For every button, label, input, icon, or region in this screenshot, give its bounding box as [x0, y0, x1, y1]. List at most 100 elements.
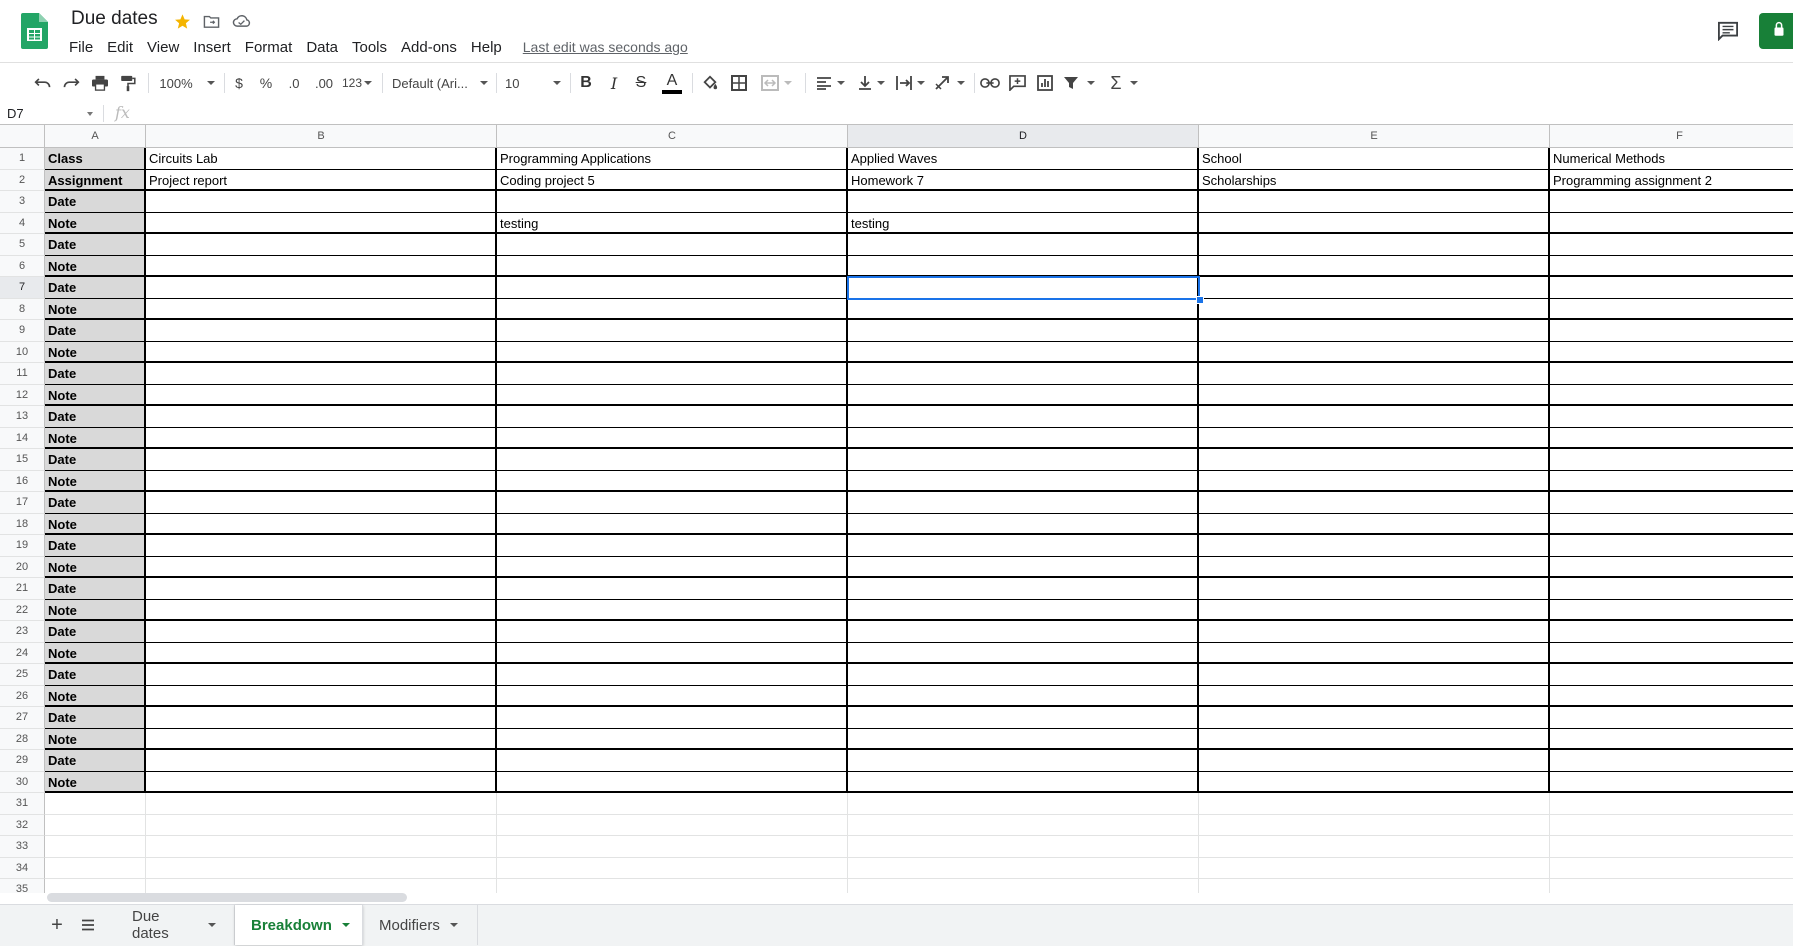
- cell-e8[interactable]: [1199, 298, 1550, 320]
- cell-b20[interactable]: [146, 556, 497, 578]
- cell-e25[interactable]: [1199, 664, 1550, 686]
- cell-a12[interactable]: Note: [45, 384, 146, 406]
- horizontal-scrollbar[interactable]: [47, 893, 407, 902]
- row-header-24[interactable]: 24: [0, 642, 45, 664]
- cell-a16[interactable]: Note: [45, 470, 146, 492]
- cell-f18[interactable]: [1550, 514, 1793, 535]
- cell-d8[interactable]: [848, 298, 1199, 320]
- cell-a9[interactable]: Date: [45, 320, 146, 342]
- cell-b1[interactable]: Circuits Lab: [146, 148, 497, 170]
- column-header-d[interactable]: D: [848, 125, 1199, 148]
- font-family-select[interactable]: Default (Ari...: [392, 70, 488, 96]
- row-header-12[interactable]: 12: [0, 384, 45, 406]
- cell-e21[interactable]: [1199, 578, 1550, 600]
- cell-e7[interactable]: [1199, 277, 1550, 299]
- cell-b16[interactable]: [146, 470, 497, 492]
- cell-f1[interactable]: Numerical Methods: [1550, 148, 1793, 170]
- functions-button[interactable]: Σ: [1108, 70, 1140, 96]
- cell-a11[interactable]: Date: [45, 363, 146, 385]
- cell-c20[interactable]: [497, 556, 848, 578]
- cell-d26[interactable]: [848, 685, 1199, 707]
- cell-a1[interactable]: Class: [45, 148, 146, 170]
- cell-c8[interactable]: [497, 298, 848, 320]
- row-header-2[interactable]: 2: [0, 169, 45, 191]
- name-box[interactable]: D7: [7, 105, 97, 122]
- cell-d12[interactable]: [848, 384, 1199, 406]
- cell-c33[interactable]: [497, 836, 848, 858]
- cell-b21[interactable]: [146, 578, 497, 600]
- cell-d10[interactable]: [848, 341, 1199, 363]
- strikethrough-button[interactable]: S: [631, 70, 651, 96]
- row-header-16[interactable]: 16: [0, 470, 45, 492]
- row-header-28[interactable]: 28: [0, 728, 45, 750]
- row-header-21[interactable]: 21: [0, 578, 45, 600]
- undo-icon[interactable]: [32, 70, 54, 96]
- cell-a34[interactable]: [45, 857, 146, 879]
- row-header-23[interactable]: 23: [0, 621, 45, 643]
- cell-e11[interactable]: [1199, 363, 1550, 385]
- cell-f19[interactable]: [1550, 535, 1793, 557]
- cell-f20[interactable]: [1550, 557, 1793, 578]
- row-header-18[interactable]: 18: [0, 513, 45, 535]
- row-header-13[interactable]: 13: [0, 406, 45, 428]
- insert-link-icon[interactable]: [978, 70, 1002, 96]
- cell-e29[interactable]: [1199, 750, 1550, 772]
- cell-d30[interactable]: [848, 771, 1199, 793]
- cell-d23[interactable]: [848, 621, 1199, 643]
- cell-c25[interactable]: [497, 664, 848, 686]
- cell-e19[interactable]: [1199, 535, 1550, 557]
- cell-e15[interactable]: [1199, 449, 1550, 471]
- cell-e27[interactable]: [1199, 707, 1550, 729]
- cell-d28[interactable]: [848, 728, 1199, 750]
- cell-b2[interactable]: Project report: [146, 169, 497, 191]
- column-header-c[interactable]: C: [497, 125, 848, 148]
- cell-d21[interactable]: [848, 578, 1199, 600]
- chevron-down-icon[interactable]: [208, 923, 216, 927]
- cell-c19[interactable]: [497, 535, 848, 557]
- cell-e4[interactable]: [1199, 212, 1550, 234]
- cell-b27[interactable]: [146, 707, 497, 729]
- cell-c32[interactable]: [497, 814, 848, 836]
- menu-edit[interactable]: Edit: [100, 39, 140, 56]
- cell-d14[interactable]: [848, 427, 1199, 449]
- cell-b6[interactable]: [146, 255, 497, 277]
- cell-c11[interactable]: [497, 363, 848, 385]
- cell-d22[interactable]: [848, 599, 1199, 621]
- cell-a17[interactable]: Date: [45, 492, 146, 514]
- currency-format-button[interactable]: $: [230, 70, 248, 96]
- cell-a19[interactable]: Date: [45, 535, 146, 557]
- cell-f21[interactable]: [1550, 578, 1793, 600]
- row-header-15[interactable]: 15: [0, 449, 45, 471]
- cell-d9[interactable]: [848, 320, 1199, 342]
- cell-f6[interactable]: [1550, 256, 1793, 277]
- cell-c22[interactable]: [497, 599, 848, 621]
- row-header-20[interactable]: 20: [0, 556, 45, 578]
- row-header-27[interactable]: 27: [0, 707, 45, 729]
- cell-e6[interactable]: [1199, 255, 1550, 277]
- cell-d1[interactable]: Applied Waves: [848, 148, 1199, 170]
- print-icon[interactable]: [89, 70, 111, 96]
- cell-b32[interactable]: [146, 814, 497, 836]
- cell-c7[interactable]: [497, 277, 848, 299]
- row-header-7[interactable]: 7: [0, 277, 45, 299]
- cell-e12[interactable]: [1199, 384, 1550, 406]
- document-title[interactable]: Due dates: [71, 8, 158, 30]
- cell-a21[interactable]: Date: [45, 578, 146, 600]
- cell-c1[interactable]: Programming Applications: [497, 148, 848, 170]
- fill-color-icon[interactable]: [699, 70, 721, 96]
- cell-b4[interactable]: [146, 212, 497, 234]
- share-button[interactable]: [1759, 13, 1793, 49]
- merge-cells-icon[interactable]: [756, 70, 796, 96]
- menu-view[interactable]: View: [140, 39, 186, 56]
- cell-f29[interactable]: [1550, 750, 1793, 772]
- column-header-f[interactable]: F: [1550, 125, 1793, 148]
- row-header-5[interactable]: 5: [0, 234, 45, 256]
- cell-d18[interactable]: [848, 513, 1199, 535]
- cell-f31[interactable]: [1550, 793, 1793, 815]
- cell-f30[interactable]: [1550, 772, 1793, 793]
- cell-e16[interactable]: [1199, 470, 1550, 492]
- cell-e31[interactable]: [1199, 793, 1550, 815]
- cell-a5[interactable]: Date: [45, 234, 146, 256]
- cell-f15[interactable]: [1550, 449, 1793, 471]
- cell-c16[interactable]: [497, 470, 848, 492]
